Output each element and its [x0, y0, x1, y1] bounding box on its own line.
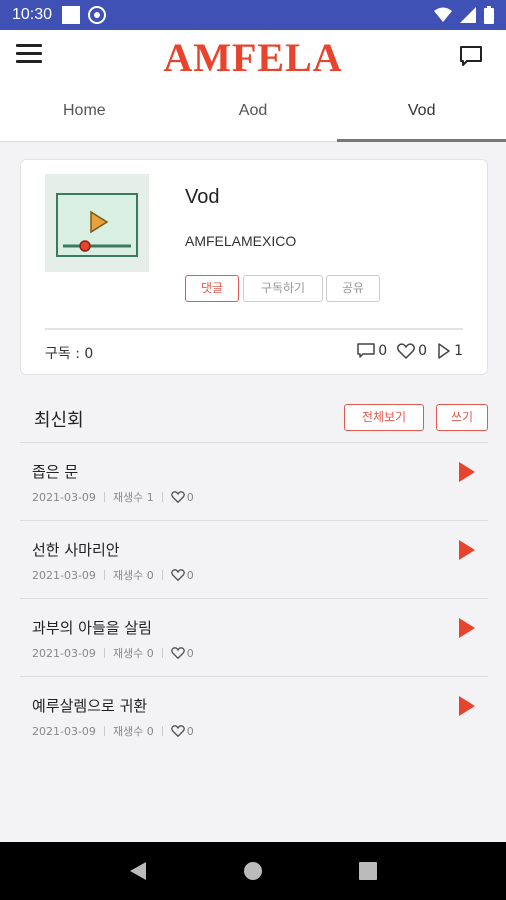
episode-likes: 0: [186, 490, 194, 504]
play-button-icon[interactable]: [458, 461, 476, 483]
episode-likes: 0: [186, 724, 194, 738]
battery-icon: [484, 6, 494, 24]
episode-meta: 2021-03-09 재생수 0 0: [32, 645, 194, 661]
heart-icon: [170, 725, 185, 737]
comment-count: 0: [378, 343, 388, 359]
comment-stat: 0: [357, 343, 387, 359]
episode-title: 좁은 문: [32, 463, 79, 481]
app-header: AMFELA: [0, 30, 506, 82]
episode-plays: 재생수 0: [112, 725, 154, 738]
view-all-button[interactable]: 전체보기: [344, 404, 424, 431]
channel-title: Vod: [185, 186, 220, 208]
episode-plays: 재생수 0: [112, 647, 154, 660]
play-button-icon[interactable]: [458, 617, 476, 639]
episode-likes: 0: [186, 646, 194, 660]
episode-meta: 2021-03-09 재생수 0 0: [32, 723, 194, 739]
comment-icon: [357, 343, 375, 358]
tab-aod[interactable]: Aod: [169, 82, 338, 141]
list-item[interactable]: 예루살렘으로 귀환 2021-03-09 재생수 0 0: [20, 676, 488, 754]
episode-date: 2021-03-09: [32, 646, 96, 660]
tab-bar: Home Aod Vod: [0, 82, 506, 142]
episode-date: 2021-03-09: [32, 490, 96, 504]
status-time: 10:30: [12, 6, 53, 23]
play-button-icon[interactable]: [458, 539, 476, 561]
video-player-icon: [56, 193, 138, 257]
wifi-icon: [434, 7, 452, 22]
write-button[interactable]: 쓰기: [436, 404, 488, 431]
episode-date: 2021-03-09: [32, 724, 96, 738]
episode-meta: 2021-03-09 재생수 0 0: [32, 567, 194, 583]
sync-icon: [88, 6, 107, 24]
heart-icon: [170, 569, 185, 581]
recents-icon: [359, 862, 378, 880]
share-button[interactable]: 공유: [326, 275, 380, 302]
video-thumbnail: [45, 174, 149, 272]
heart-icon: [397, 343, 416, 359]
episode-plays: 재생수 0: [112, 569, 154, 582]
list-item[interactable]: 좁은 문 2021-03-09 재생수 1 0: [20, 442, 488, 520]
channel-card: Vod AMFELAMEXICO 댓글 구독하기 공유 구독 : 0 0 0 1: [20, 159, 488, 375]
episode-meta: 2021-03-09 재생수 1 0: [32, 489, 194, 505]
app-logo: AMFELA: [163, 35, 343, 80]
card-divider: [45, 328, 463, 330]
play-count: 1: [454, 343, 463, 359]
play-button-icon[interactable]: [458, 695, 476, 717]
latest-section-title: 최신회: [34, 410, 84, 431]
subscribe-button[interactable]: 구독하기: [243, 275, 323, 302]
chat-icon: [460, 46, 482, 66]
tab-home[interactable]: Home: [0, 82, 169, 141]
notification-icon: [62, 6, 81, 24]
episode-title: 선한 사마리안: [32, 541, 120, 559]
like-count: 0: [418, 343, 428, 359]
back-button[interactable]: [125, 858, 151, 884]
heart-icon: [170, 491, 185, 503]
episode-title: 예루살렘으로 귀환: [32, 697, 148, 715]
episode-plays: 재생수 1: [112, 491, 154, 504]
list-item[interactable]: 선한 사마리안 2021-03-09 재생수 0 0: [20, 520, 488, 598]
recents-button[interactable]: [355, 858, 381, 884]
play-icon: [438, 343, 450, 359]
channel-owner: AMFELAMEXICO: [185, 233, 297, 249]
tab-vod[interactable]: Vod: [337, 82, 506, 142]
system-nav-bar: [0, 842, 506, 900]
play-stat: 1: [437, 343, 463, 359]
home-icon: [243, 862, 262, 880]
comment-button[interactable]: 댓글: [185, 275, 239, 302]
list-item[interactable]: 과부의 아들을 살림 2021-03-09 재생수 0 0: [20, 598, 488, 676]
episode-title: 과부의 아들을 살림: [32, 619, 152, 637]
episode-likes: 0: [186, 568, 194, 582]
signal-icon: [460, 7, 476, 23]
episode-date: 2021-03-09: [32, 568, 96, 582]
chat-button[interactable]: [458, 44, 484, 68]
episode-list: 좁은 문 2021-03-09 재생수 1 0 선한 사마리안 2021-03-…: [20, 442, 488, 754]
home-button[interactable]: [240, 858, 266, 884]
subscriber-count: 구독 : 0: [45, 346, 94, 362]
channel-stats: 0 0 1: [357, 343, 463, 359]
status-bar: 10:30: [0, 0, 506, 30]
heart-icon: [170, 647, 185, 659]
like-stat: 0: [397, 343, 427, 359]
back-icon: [129, 862, 146, 880]
